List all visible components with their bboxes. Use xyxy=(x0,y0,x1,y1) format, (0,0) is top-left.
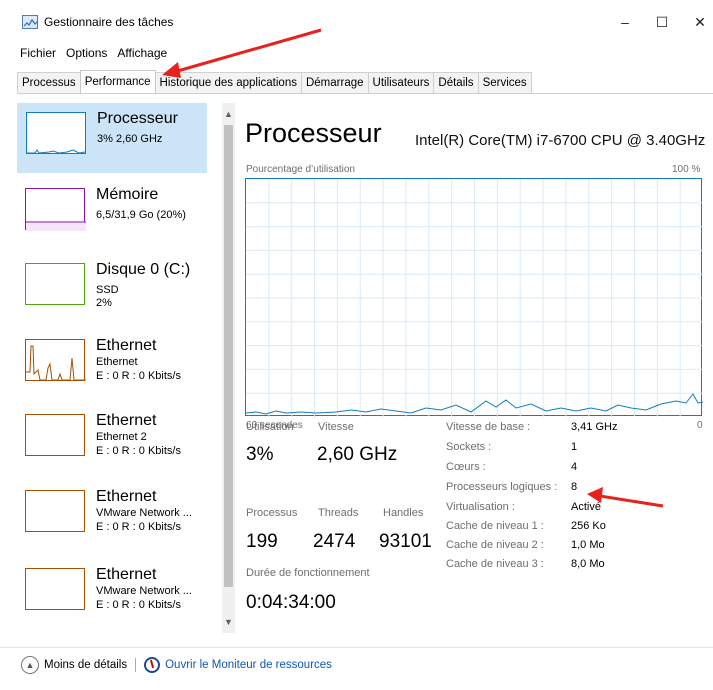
menu-options[interactable]: Options xyxy=(61,44,112,64)
sidebar-item-sub: Ethernet xyxy=(96,356,138,368)
menu-file[interactable]: Fichier xyxy=(0,44,61,64)
tab-users[interactable]: Utilisateurs xyxy=(367,72,435,94)
memory-thumbnail xyxy=(25,188,86,231)
sidebar-item-ethernet-2[interactable]: Ethernet Ethernet 2 E : 0 R : 0 Kbits/s xyxy=(17,406,207,476)
sidebar-item-disk[interactable]: Disque 0 (C:) SSD 2% xyxy=(17,255,207,325)
footer-divider xyxy=(0,647,713,648)
sidebar-item-title: Processeur xyxy=(97,110,178,127)
spec-value: 1,0 Mo xyxy=(571,539,605,551)
sidebar-item-sub: Ethernet 2 xyxy=(96,431,147,443)
sidebar-item-title: Ethernet xyxy=(96,566,157,583)
sidebar-item-sub: 3% 2,60 GHz xyxy=(97,133,163,145)
cpu-usage-graph xyxy=(245,178,703,417)
sidebar-item-ethernet-4[interactable]: Ethernet VMware Network ... E : 0 R : 0 … xyxy=(17,560,207,630)
cpu-model: Intel(R) Core(TM) i7-6700 CPU @ 3.40GHz xyxy=(415,132,706,149)
scroll-up-icon[interactable]: ▲ xyxy=(222,107,235,121)
handles-value: 93101 xyxy=(379,531,432,552)
speed-value: 2,60 GHz xyxy=(317,444,398,465)
tab-details[interactable]: Détails xyxy=(433,72,479,94)
sidebar-item-sub: E : 0 R : 0 Kbits/s xyxy=(96,370,181,382)
spec-label: Cache de niveau 3 : xyxy=(446,558,544,570)
tab-services[interactable]: Services xyxy=(477,72,532,94)
threads-value: 2474 xyxy=(313,531,356,552)
sidebar-item-title: Mémoire xyxy=(96,186,159,203)
spec-label: Virtualisation : xyxy=(446,501,515,513)
menu-view[interactable]: Affichage xyxy=(112,44,172,64)
sidebar-item-sub: 6,5/31,9 Go (20%) xyxy=(96,209,186,221)
uptime-value: 0:04:34:00 xyxy=(246,592,336,613)
time-zero-label: 0 xyxy=(697,420,703,431)
sidebar-item-sub: SSD xyxy=(96,284,119,296)
cores-value: 4 xyxy=(571,461,578,473)
sidebar-scrollbar[interactable]: ▲ ▼ xyxy=(222,103,235,633)
title-bar: Gestionnaire des tâches – ☐ ✕ xyxy=(0,0,713,40)
spec-label: Cœurs : xyxy=(446,461,486,473)
utilisation-label: Utilisation xyxy=(246,421,294,433)
spec-value: 256 Ko xyxy=(571,520,606,532)
chevron-up-icon[interactable]: ▲ xyxy=(21,656,39,674)
spec-label: Processeurs logiques : xyxy=(446,481,558,493)
tab-app-history[interactable]: Historique des applications xyxy=(154,72,302,94)
spec-label: Vitesse de base : xyxy=(446,421,531,433)
chart-max-label: 100 % xyxy=(672,164,701,175)
speed-label: Vitesse xyxy=(318,421,354,433)
tab-processes[interactable]: Processus xyxy=(17,72,81,94)
threads-label: Threads xyxy=(318,507,359,519)
sidebar-item-sub: 2% xyxy=(96,297,112,309)
utilisation-value: 3% xyxy=(246,444,274,465)
spec-label: Cache de niveau 2 : xyxy=(446,539,544,551)
resource-list: Processeur 3% 2,60 GHz Mémoire 6,5/31,9 … xyxy=(17,103,235,633)
tab-startup[interactable]: Démarrage xyxy=(300,72,369,94)
ethernet-thumbnail xyxy=(25,414,85,456)
sidebar-item-sub: VMware Network ... xyxy=(96,507,192,519)
sidebar-item-sub: E : 0 R : 0 Kbits/s xyxy=(96,445,181,457)
spec-value: 8 xyxy=(571,481,578,493)
annotation-arrow-cores xyxy=(599,494,664,508)
ethernet-thumbnail xyxy=(25,568,85,610)
scroll-down-icon[interactable]: ▼ xyxy=(222,615,235,629)
footer: ▲ Moins de détails Ouvrir le Moniteur de… xyxy=(21,654,332,676)
spec-value: 1 xyxy=(571,441,578,453)
sidebar-item-cpu[interactable]: Processeur 3% 2,60 GHz xyxy=(17,103,207,173)
chart-label: Pourcentage d’utilisation xyxy=(246,164,355,175)
handles-label: Handles xyxy=(383,507,424,519)
tabs-divider xyxy=(17,93,713,94)
spec-label: Sockets : xyxy=(446,441,492,453)
footer-separator xyxy=(135,658,137,672)
open-resource-monitor-link[interactable]: Ouvrir le Moniteur de ressources xyxy=(165,659,332,671)
uptime-label: Durée de fonctionnement xyxy=(246,567,370,579)
maximize-button[interactable]: ☐ xyxy=(642,8,682,36)
sidebar-item-sub: VMware Network ... xyxy=(96,585,192,597)
sidebar-item-title: Ethernet xyxy=(96,488,157,505)
sidebar-item-sub: E : 0 R : 0 Kbits/s xyxy=(96,521,181,533)
spec-value: Activé xyxy=(571,501,601,513)
less-details-link[interactable]: Moins de détails xyxy=(44,659,127,671)
spec-value: 8,0 Mo xyxy=(571,558,605,570)
tab-bar: Processus Performance Historique des app… xyxy=(17,70,532,94)
spec-label: Cache de niveau 1 : xyxy=(446,520,544,532)
sidebar-item-ethernet-1[interactable]: Ethernet Ethernet E : 0 R : 0 Kbits/s xyxy=(17,331,207,401)
tab-performance[interactable]: Performance xyxy=(79,70,156,94)
resource-monitor-icon[interactable] xyxy=(144,657,161,673)
page-title: Processeur xyxy=(245,118,382,148)
sidebar-item-memory[interactable]: Mémoire 6,5/31,9 Go (20%) xyxy=(17,180,207,250)
close-button[interactable]: ✕ xyxy=(680,8,713,36)
window-title: Gestionnaire des tâches xyxy=(44,15,174,29)
sidebar-item-title: Ethernet xyxy=(96,412,157,429)
task-manager-icon xyxy=(22,15,39,29)
processes-value: 199 xyxy=(246,531,278,552)
sidebar-item-title: Ethernet xyxy=(96,337,157,354)
scroll-thumb[interactable] xyxy=(224,125,233,587)
ethernet-thumbnail xyxy=(25,339,86,381)
sidebar-item-sub: E : 0 R : 0 Kbits/s xyxy=(96,599,181,611)
disk-thumbnail xyxy=(25,263,85,305)
spec-value: 3,41 GHz xyxy=(571,421,618,433)
sidebar-item-ethernet-3[interactable]: Ethernet VMware Network ... E : 0 R : 0 … xyxy=(17,482,207,552)
sidebar-item-title: Disque 0 (C:) xyxy=(96,261,191,278)
processes-label: Processus xyxy=(246,507,298,519)
cpu-thumbnail xyxy=(26,112,86,154)
ethernet-thumbnail xyxy=(25,490,85,532)
minimize-button[interactable]: – xyxy=(605,8,645,36)
menu-bar: Fichier Options Affichage xyxy=(0,44,172,64)
